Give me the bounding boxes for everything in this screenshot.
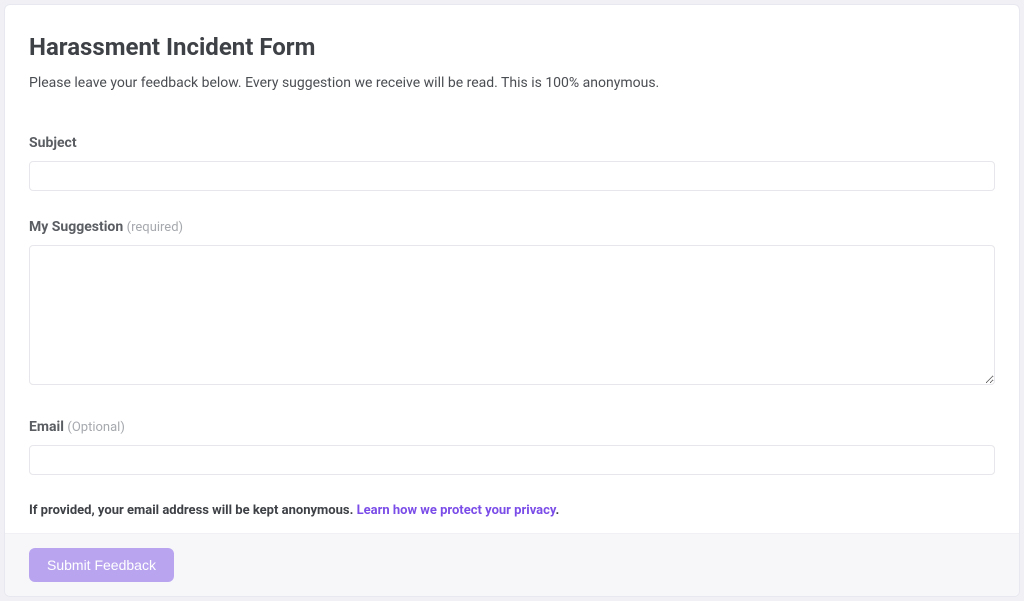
field-email: Email (Optional) (29, 419, 995, 475)
form-card: Harassment Incident Form Please leave yo… (4, 4, 1020, 597)
submit-button[interactable]: Submit Feedback (29, 548, 174, 582)
suggestion-textarea[interactable] (29, 245, 995, 385)
email-label-text: Email (29, 419, 64, 435)
form-subtitle: Please leave your feedback below. Every … (29, 75, 995, 91)
email-hint: (Optional) (67, 420, 124, 435)
privacy-text: If provided, your email address will be … (29, 503, 357, 518)
subject-input[interactable] (29, 161, 995, 191)
form-footer: Submit Feedback (5, 533, 1019, 596)
form-title: Harassment Incident Form (29, 33, 995, 61)
email-input[interactable] (29, 445, 995, 475)
suggestion-label: My Suggestion (required) (29, 219, 995, 235)
privacy-period: . (556, 503, 560, 518)
suggestion-label-text: My Suggestion (29, 219, 123, 235)
field-suggestion: My Suggestion (required) (29, 219, 995, 389)
suggestion-hint: (required) (127, 220, 183, 235)
privacy-link[interactable]: Learn how we protect your privacy (357, 503, 556, 518)
field-subject: Subject (29, 135, 995, 191)
form-body: Harassment Incident Form Please leave yo… (5, 5, 1019, 533)
privacy-note: If provided, your email address will be … (29, 503, 995, 518)
email-label: Email (Optional) (29, 419, 995, 435)
subject-label: Subject (29, 135, 995, 151)
